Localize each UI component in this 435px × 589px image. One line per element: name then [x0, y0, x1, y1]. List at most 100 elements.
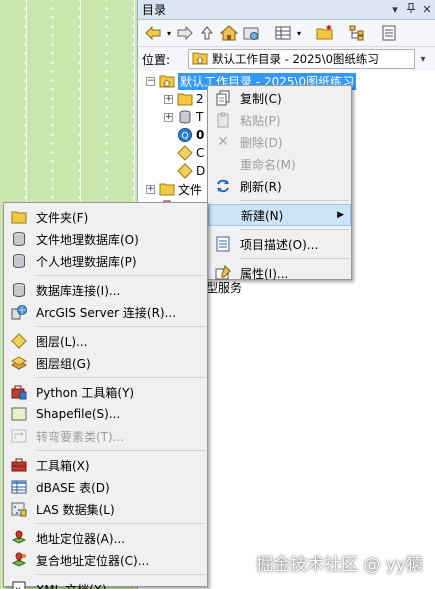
submenu-item-shapefile[interactable]: Shapefile(S)...	[4, 403, 207, 425]
composite-locator-icon	[4, 552, 34, 568]
location-bar: 位置: 默认工作目录 - 2025\0图纸练习 ▾	[138, 47, 435, 71]
watermark: 掘金技术社区 @ yy猿	[256, 555, 423, 575]
toolbox-icon	[4, 457, 34, 473]
folder-icon	[177, 91, 193, 107]
pin-icon[interactable]: ▾	[387, 3, 403, 16]
svg-text:✱: ✱	[326, 25, 332, 32]
context-menu: 复制(C) 粘贴(P) ✕ 删除(D) 重命名(M) 刷新(R) 新建(N) ▶…	[207, 85, 352, 281]
menu-separator	[240, 200, 349, 201]
submenu-item-arcgis-server[interactable]: ArcGIS Server 连接(R)...	[4, 301, 207, 323]
menu-separator	[36, 450, 205, 451]
server-icon	[4, 304, 34, 320]
submenu-item-address-locator[interactable]: 地址定位器(A)...	[4, 527, 207, 549]
submenu-item-personal-gdb[interactable]: 个人地理数据库(P)	[4, 250, 207, 272]
delete-icon: ✕	[217, 134, 229, 150]
tree-item-label: C	[196, 146, 205, 160]
menu-separator	[36, 523, 205, 524]
chevron-down-icon[interactable]: ▾	[415, 54, 431, 65]
svg-text:Q: Q	[182, 132, 189, 142]
folder-home-icon	[159, 73, 175, 89]
submenu-item-group-layer[interactable]: 图层组(G)	[4, 352, 207, 374]
tree-item-child[interactable]: D	[177, 162, 205, 180]
expand-icon[interactable]: +	[146, 184, 155, 194]
document-icon	[208, 236, 238, 252]
menu-item-delete: ✕ 删除(D)	[208, 131, 351, 153]
turn-feature-icon	[4, 429, 34, 443]
tree-item-label: D	[196, 164, 206, 178]
back-icon[interactable]	[142, 22, 164, 44]
view-dropdown-icon[interactable]: ▾	[294, 22, 304, 44]
menu-separator	[36, 377, 205, 378]
menu-item-copy[interactable]: 复制(C)	[208, 87, 351, 109]
location-combo[interactable]: 默认工作目录 - 2025\0图纸练习	[188, 49, 415, 69]
location-value: 默认工作目录 - 2025\0图纸练习	[212, 52, 379, 66]
collapse-icon[interactable]: −	[146, 76, 155, 86]
catalog-toolbar: ▾ ▾ ✱	[138, 20, 435, 47]
menu-item-properties[interactable]: 属性(I)...	[208, 262, 351, 284]
submenu-item-python-toolbox[interactable]: Python 工具箱(Y)	[4, 381, 207, 403]
catalog-title-bar: 目录 ▾ ✕	[138, 0, 435, 20]
folder-icon	[4, 210, 34, 224]
tree-item-child[interactable]: Q 0	[177, 126, 204, 144]
submenu-item-turn-feature-class: 转弯要素类(T)...	[4, 425, 207, 447]
menu-separator	[36, 574, 205, 575]
database-icon	[4, 231, 34, 247]
tree-item-child[interactable]: C	[177, 144, 204, 162]
submenu-item-las-dataset[interactable]: LAS 数据集(L)	[4, 498, 207, 520]
svg-text:x: x	[15, 585, 21, 589]
tree-item-child[interactable]: + 2	[164, 90, 204, 108]
tree-item-label: 文件	[178, 182, 203, 197]
submenu-item-toolbox[interactable]: 工具箱(X)	[4, 454, 207, 476]
menu-separator	[240, 229, 349, 230]
tree-toggle-icon[interactable]	[346, 22, 368, 44]
menu-separator	[36, 275, 205, 276]
view-options-icon[interactable]	[272, 22, 294, 44]
submenu-item-xml-document[interactable]: x XML 文档(X)	[4, 578, 207, 589]
new-submenu: 文件夹(F) 文件地理数据库(O) 个人地理数据库(P) 数据库连接(I)...…	[3, 202, 208, 589]
table-icon	[4, 480, 34, 494]
tree-item-folder-connections[interactable]: + 文件	[146, 180, 202, 198]
tree-item-label: T	[196, 110, 204, 124]
new-folder-icon[interactable]: ✱	[314, 22, 336, 44]
expand-icon[interactable]: +	[164, 94, 173, 104]
menu-separator	[36, 326, 205, 327]
menu-separator	[240, 258, 349, 259]
close-icon[interactable]: ✕	[419, 3, 435, 16]
refresh-icon	[208, 178, 238, 194]
layer-icon	[4, 333, 34, 349]
database-icon	[177, 109, 193, 125]
location-label: 位置:	[142, 52, 171, 67]
menu-item-describe[interactable]: 项目描述(O)...	[208, 233, 351, 255]
copy-icon	[208, 90, 238, 106]
expand-icon[interactable]: +	[164, 112, 173, 122]
menu-item-new[interactable]: 新建(N) ▶	[208, 204, 351, 226]
catalog-title: 目录	[142, 3, 167, 17]
submenu-arrow-icon: ▶	[337, 210, 344, 220]
tree-item-label: 2	[196, 92, 204, 106]
up-level-icon[interactable]	[196, 22, 218, 44]
home-icon[interactable]	[218, 22, 240, 44]
submenu-item-db-connection[interactable]: 数据库连接(I)...	[4, 279, 207, 301]
map-document-icon: Q	[177, 127, 193, 143]
submenu-item-file-gdb[interactable]: 文件地理数据库(O)	[4, 228, 207, 250]
properties-icon	[208, 265, 238, 281]
folder-connection-icon	[159, 181, 175, 197]
submenu-item-dbase[interactable]: dBASE 表(D)	[4, 476, 207, 498]
folder-home-icon	[192, 51, 208, 68]
forward-icon[interactable]	[174, 22, 196, 44]
menu-item-paste: 粘贴(P)	[208, 109, 351, 131]
shapefile-icon	[4, 407, 34, 421]
menu-item-rename: 重命名(M)	[240, 157, 296, 172]
details-icon[interactable]	[378, 22, 400, 44]
menu-item-refresh[interactable]: 刷新(R)	[208, 175, 351, 197]
submenu-item-layer[interactable]: 图层(L)...	[4, 330, 207, 352]
layer-file-icon	[177, 145, 193, 161]
submenu-item-folder[interactable]: 文件夹(F)	[4, 206, 207, 228]
submenu-item-composite-locator[interactable]: 复合地址定位器(C)...	[4, 549, 207, 571]
auto-hide-icon[interactable]	[403, 3, 419, 16]
las-dataset-icon	[4, 501, 34, 517]
back-dropdown-icon[interactable]: ▾	[164, 22, 174, 44]
layer-file-icon	[177, 163, 193, 179]
tree-item-child[interactable]: + T	[164, 108, 203, 126]
connect-folder-icon[interactable]	[240, 22, 262, 44]
